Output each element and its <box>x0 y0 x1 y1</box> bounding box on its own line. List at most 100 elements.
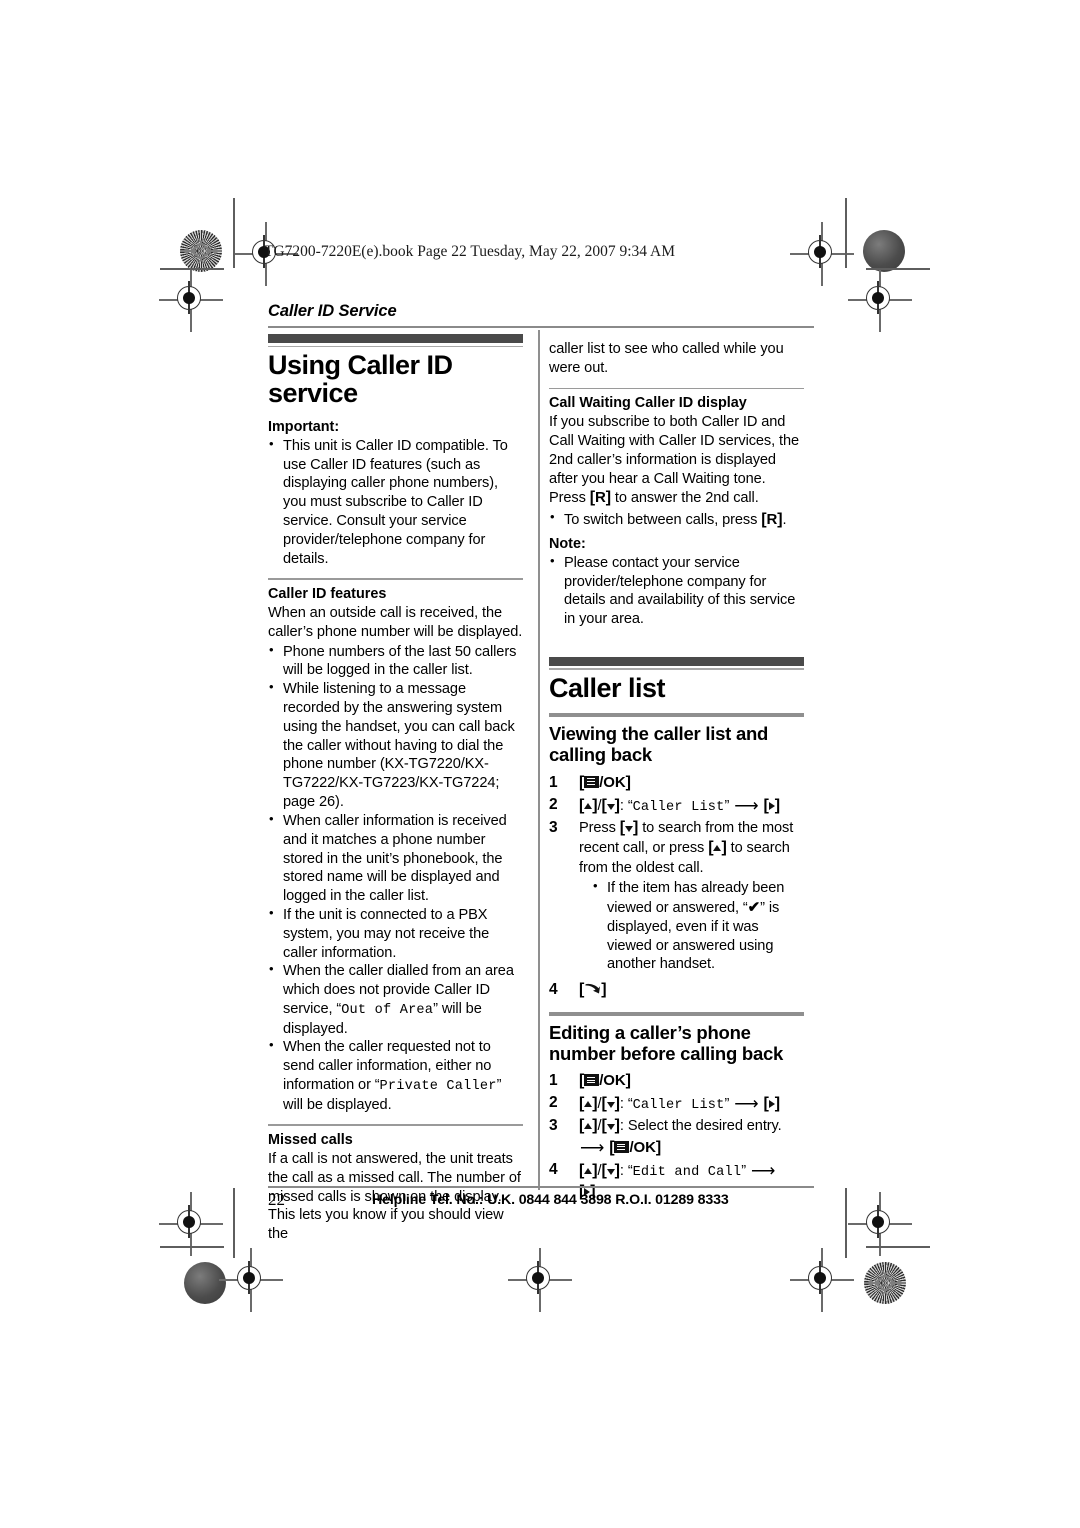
step-2: 2 []/[]: “Caller List” ⟶ [] <box>549 795 780 815</box>
step-number: 3 <box>549 1117 558 1135</box>
heading-call-waiting: Call Waiting Caller ID display <box>549 395 747 412</box>
display-string-out-of-area: Out of Area <box>341 1003 434 1019</box>
registration-dot-top-right <box>863 230 905 272</box>
trim-mark-bottom-left-horizontal <box>160 1246 224 1248</box>
display-string-private-caller: Private Caller <box>379 1079 497 1094</box>
left-column: Using Caller ID service Important: This … <box>268 334 523 1245</box>
trim-mark-top-left-vertical <box>233 198 235 268</box>
key-up: [] <box>579 1095 598 1113</box>
step-number: 3 <box>549 818 558 836</box>
registration-starburst-top-left <box>180 230 222 272</box>
registration-cross-right-upper <box>848 268 912 332</box>
step-1: 1 [/OK] <box>549 773 804 794</box>
section-bar-caller-list <box>549 656 804 670</box>
arrow-down-icon <box>606 1169 615 1176</box>
key-up-2: [] <box>708 839 727 857</box>
list-item: While listening to a message recorded by… <box>268 679 523 812</box>
text-after-key: to answer the 2nd call. <box>610 490 759 507</box>
heading-viewing-caller-list: Viewing the caller list and calling back <box>549 722 769 766</box>
key-right: [] <box>763 1095 780 1113</box>
key-right: [] <box>763 796 780 814</box>
step-text: : Select the desired entry. <box>619 1118 782 1135</box>
footer-rule <box>268 1186 814 1188</box>
menu-icon <box>614 1141 630 1154</box>
call-waiting-bullet-list: To switch between calls, press [R]. <box>549 509 804 531</box>
registration-cross-bottom-center <box>508 1248 572 1312</box>
key-talk: [] <box>579 981 607 999</box>
heading-editing-caller-number: Editing a caller’s phone number before c… <box>549 1021 784 1064</box>
list-item: If the unit is connected to a PBX system… <box>268 905 523 962</box>
key-menu-ok: [/OK] <box>579 773 631 791</box>
page-number: 22 <box>268 1190 285 1209</box>
text-after-key: . <box>782 512 787 529</box>
continuation-text: caller list to see who called while you … <box>549 341 784 376</box>
trim-mark-bottom-right-horizontal <box>866 1246 930 1248</box>
trim-mark-top-right-vertical <box>845 198 847 268</box>
menu-icon <box>584 1074 600 1087</box>
trim-mark-top-right-horizontal <box>866 268 930 270</box>
registration-cross-bottom-right <box>790 1248 854 1312</box>
key-down: [] <box>601 796 620 814</box>
key-r-1: [R] <box>589 489 611 507</box>
list-item-private-caller: When the caller requested not to send ca… <box>268 1037 523 1114</box>
key-up: [] <box>579 1117 598 1135</box>
talk-handset-icon <box>585 984 601 994</box>
registration-starburst-bottom-right <box>864 1262 906 1304</box>
heading-caller-id-features: Caller ID features <box>268 585 387 602</box>
caller-id-features-bullet-list: Phone numbers of the last 50 callers wil… <box>268 642 523 1115</box>
call-waiting-paragraph: If you subscribe to both Caller ID and C… <box>549 413 804 509</box>
list-item: Please contact your service provider/tel… <box>549 553 804 629</box>
step-number: 4 <box>549 981 558 999</box>
rule-above-missed-calls <box>268 1124 523 1126</box>
key-r-2: [R] <box>761 511 783 529</box>
running-head: Caller ID Service <box>268 302 397 320</box>
caller-id-features-intro: When an outside call is received, the ca… <box>268 604 523 640</box>
menu-icon <box>584 775 600 788</box>
display-string-edit-and-call: Edit and Call <box>632 1165 742 1181</box>
key-menu-ok: [/OK] <box>579 1072 631 1090</box>
key-up: [] <box>579 796 598 814</box>
display-string-caller-list: Caller List <box>632 1098 725 1114</box>
step-number: 1 <box>549 1072 558 1090</box>
step-3-sub-bullets: If the item has already been viewed or a… <box>579 878 804 974</box>
rule-above-editing <box>549 1012 804 1016</box>
step-number: 4 <box>549 1161 558 1179</box>
list-item: This unit is Caller ID compatible. To us… <box>268 436 523 569</box>
right-column: caller list to see who called while you … <box>549 334 804 1204</box>
arrow-right-icon: ⟶ <box>750 1161 776 1181</box>
footer-helpline: Helpline Tel. No.: U.K. 0844 844 3898 R.… <box>372 1192 729 1208</box>
step-2: 2 []/[]: “Caller List” ⟶ [] <box>549 1094 780 1114</box>
important-label: Important: <box>268 418 340 435</box>
list-item: If the item has already been viewed or a… <box>593 878 804 974</box>
arrow-right-icon: ⟶ <box>734 1094 759 1114</box>
step-number: 2 <box>549 795 558 813</box>
arrow-right-icon: ⟶ <box>734 795 759 815</box>
step-1: 1 [/OK] <box>549 1071 804 1092</box>
registration-cross-left-upper <box>159 268 223 332</box>
list-item: To switch between calls, press [R]. <box>549 509 804 531</box>
key-down: [] <box>601 1117 620 1135</box>
trim-mark-top-left-horizontal <box>160 268 224 270</box>
rule-above-call-waiting <box>549 387 804 390</box>
arrow-right-icon: ⟶ <box>580 1138 605 1158</box>
key-down: [] <box>601 1095 620 1113</box>
step-number: 1 <box>549 773 558 791</box>
step-number: 2 <box>549 1094 558 1112</box>
list-item-out-of-area: When the caller dialled from an area whi… <box>268 961 523 1038</box>
arrow-down-icon <box>606 1102 615 1109</box>
key-menu-ok-2: [/OK] <box>609 1139 662 1157</box>
steps-editing-caller-number: 1 [/OK] 2 []/[]: “Caller List” ⟶ [] 3 []… <box>549 1071 804 1203</box>
list-item: Phone numbers of the last 50 callers wil… <box>268 642 523 681</box>
note-bullet-list: Please contact your service provider/tel… <box>549 553 804 629</box>
step-3: 3 Press [] to search from the most recen… <box>549 818 804 975</box>
arrow-down-icon <box>625 825 633 832</box>
book-file-header: TG7200-7220E(e).book Page 22 Tuesday, Ma… <box>264 243 676 260</box>
rule-above-caller-id-features <box>268 578 523 580</box>
section-title-caller-list: Caller list <box>549 672 666 703</box>
display-string-caller-list: Caller List <box>632 799 725 815</box>
important-bullet-list: This unit is Caller ID compatible. To us… <box>268 436 523 569</box>
step-3: 3 []/[]: Select the desired entry. ⟶ [/O… <box>549 1117 782 1158</box>
key-up: [] <box>579 1162 598 1180</box>
note-label: Note: <box>549 535 586 552</box>
key-down-2: [] <box>619 818 639 836</box>
